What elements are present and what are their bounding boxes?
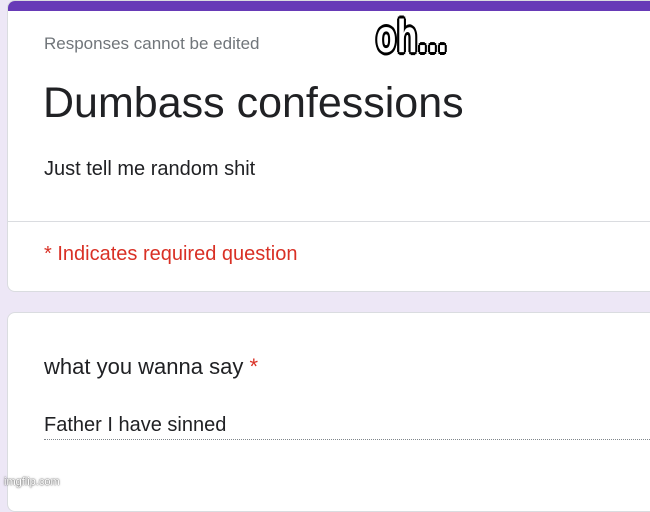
answer-input[interactable]: Father I have sinned — [44, 414, 226, 437]
required-asterisk: * — [249, 354, 259, 379]
question-title: what you wanna say * — [44, 354, 258, 380]
form-header-card: Responses cannot be edited Dumbass confe… — [7, 0, 650, 292]
form-description: Just tell me random shit — [44, 158, 256, 180]
answer-input-underline — [44, 439, 650, 440]
form-title: Dumbass confessions — [43, 79, 464, 127]
question-label: what you wanna say — [44, 354, 244, 379]
meme-caption: oh... — [376, 10, 448, 62]
header-divider — [8, 221, 650, 222]
question-card: what you wanna say * Father I have sinne… — [7, 312, 650, 512]
imgflip-watermark: imgflip.com — [4, 476, 60, 488]
form-accent-bar — [8, 1, 650, 11]
edit-restriction-note: Responses cannot be edited — [44, 34, 260, 53]
required-question-note: * Indicates required question — [44, 243, 298, 265]
